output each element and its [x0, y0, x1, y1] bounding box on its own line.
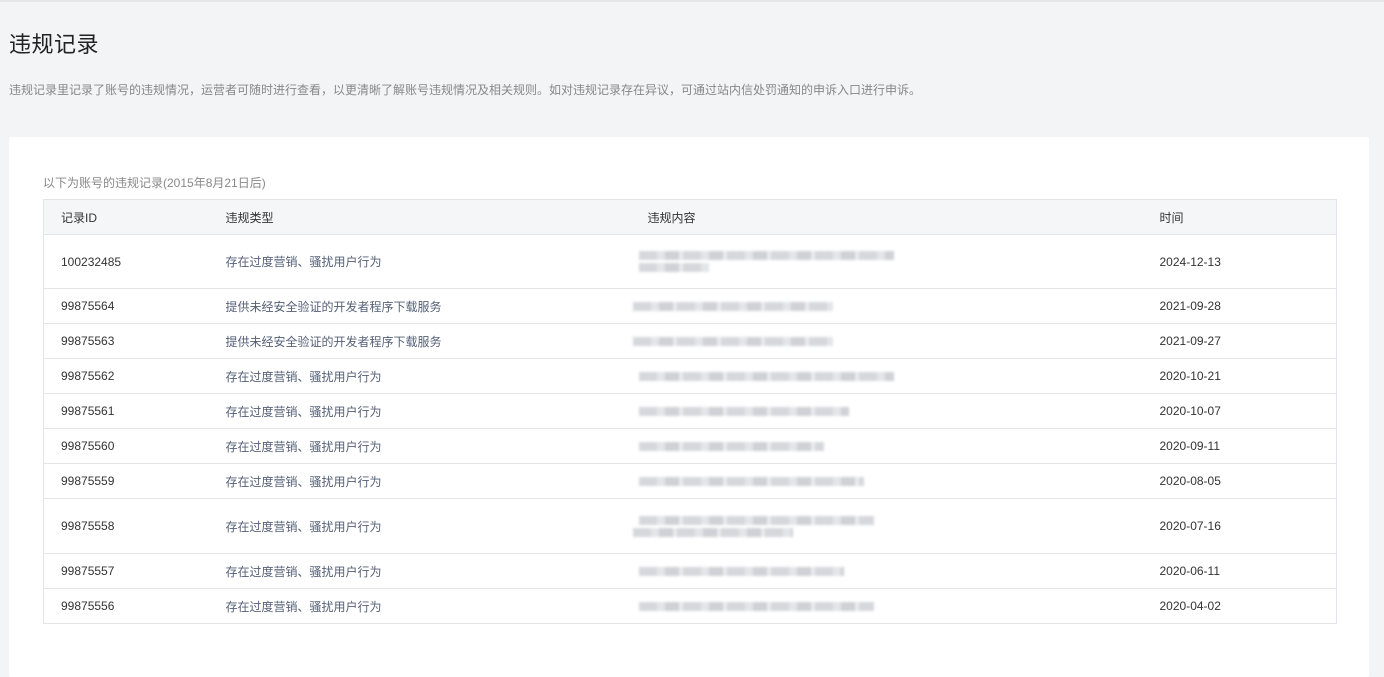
record-id: 99875559: [43, 463, 209, 499]
column-header-type: 违规类型: [208, 199, 631, 235]
table-row: 99875557 存在过度营销、骚扰用户行为 2020-06-11: [43, 553, 1337, 589]
violation-content-redacted: [630, 463, 1143, 499]
record-id: 99875564: [43, 288, 209, 324]
violation-type: 存在过度营销、骚扰用户行为: [208, 234, 631, 289]
record-time: 2020-09-11: [1142, 428, 1337, 464]
table-row: 100232485 存在过度营销、骚扰用户行为 2024-12-13: [43, 234, 1337, 289]
records-panel: 以下为账号的违规记录(2015年8月21日后) 记录ID 违规类型 违规内容 时…: [9, 137, 1369, 677]
record-time: 2020-08-05: [1142, 463, 1337, 499]
record-id: 99875556: [43, 588, 209, 624]
record-time: 2020-10-07: [1142, 393, 1337, 429]
violation-content-redacted: [630, 498, 1143, 554]
table-row: 99875562 存在过度营销、骚扰用户行为 2020-10-21: [43, 358, 1337, 394]
table-row: 99875556 存在过度营销、骚扰用户行为 2020-04-02: [43, 588, 1337, 624]
record-time: 2021-09-27: [1142, 323, 1337, 359]
table-row: 99875561 存在过度营销、骚扰用户行为 2020-10-07: [43, 393, 1337, 429]
record-time: 2021-09-28: [1142, 288, 1337, 324]
violation-content-redacted: [630, 288, 1143, 324]
page-description: 违规记录里记录了账号的违规情况，运营者可随时进行查看，以更清晰了解账号违规情况及…: [9, 83, 922, 97]
violation-content-redacted: [630, 588, 1143, 624]
redacted-text-blur: [638, 441, 824, 451]
violation-type: 存在过度营销、骚扰用户行为: [208, 358, 631, 394]
column-header-id: 记录ID: [43, 199, 209, 235]
violation-content-redacted: [630, 393, 1143, 429]
violation-content-redacted: [630, 234, 1143, 289]
violation-content-redacted: [630, 553, 1143, 589]
violation-type: 存在过度营销、骚扰用户行为: [208, 588, 631, 624]
record-time: 2024-12-13: [1142, 234, 1337, 289]
redacted-text-blur: [638, 515, 874, 525]
table-row: 99875559 存在过度营销、骚扰用户行为 2020-08-05: [43, 463, 1337, 499]
record-time: 2020-07-16: [1142, 498, 1337, 554]
table-header-row: 记录ID 违规类型 违规内容 时间: [43, 199, 1337, 235]
violation-type: 提供未经安全验证的开发者程序下载服务: [208, 288, 631, 324]
record-id: 99875562: [43, 358, 209, 394]
violation-content-redacted: [630, 428, 1143, 464]
violation-type: 存在过度营销、骚扰用户行为: [208, 553, 631, 589]
table-row: 99875560 存在过度营销、骚扰用户行为 2020-09-11: [43, 428, 1337, 464]
record-id: 100232485: [43, 234, 209, 289]
violation-records-table: 记录ID 违规类型 违规内容 时间 100232485 存在过度营销、骚扰用户行为…: [43, 199, 1337, 624]
violation-type: 存在过度营销、骚扰用户行为: [208, 393, 631, 429]
top-divider: [0, 0, 1384, 2]
records-caption: 以下为账号的违规记录(2015年8月21日后): [43, 176, 266, 190]
violation-type: 提供未经安全验证的开发者程序下载服务: [208, 323, 631, 359]
violation-type: 存在过度营销、骚扰用户行为: [208, 463, 631, 499]
table-row: 99875558 存在过度营销、骚扰用户行为 2020-07-16: [43, 498, 1337, 554]
column-header-content: 违规内容: [630, 199, 1143, 235]
violation-content-redacted: [630, 323, 1143, 359]
column-header-time: 时间: [1142, 199, 1337, 235]
record-id: 99875560: [43, 428, 209, 464]
violation-type: 存在过度营销、骚扰用户行为: [208, 428, 631, 464]
redacted-text-blur: [632, 336, 833, 346]
record-time: 2020-04-02: [1142, 588, 1337, 624]
violation-content-redacted: [630, 358, 1143, 394]
record-time: 2020-10-21: [1142, 358, 1337, 394]
violation-type: 存在过度营销、骚扰用户行为: [208, 498, 631, 554]
redacted-text-blur: [638, 406, 849, 416]
page-title: 违规记录: [9, 32, 100, 57]
record-id: 99875557: [43, 553, 209, 589]
record-id: 99875558: [43, 498, 209, 554]
redacted-text-blur: [632, 301, 833, 311]
redacted-text-blur: [638, 371, 894, 381]
redacted-text-blur: [632, 527, 793, 537]
redacted-text-blur: [638, 601, 874, 611]
table-row: 99875563 提供未经安全验证的开发者程序下载服务 2021-09-27: [43, 323, 1337, 359]
record-id: 99875561: [43, 393, 209, 429]
redacted-text-blur: [638, 566, 844, 576]
record-time: 2020-06-11: [1142, 553, 1337, 589]
redacted-text-blur: [638, 251, 894, 260]
table-row: 99875564 提供未经安全验证的开发者程序下载服务 2021-09-28: [43, 288, 1337, 324]
record-id: 99875563: [43, 323, 209, 359]
redacted-text-blur: [638, 263, 709, 272]
redacted-text-blur: [638, 476, 864, 486]
